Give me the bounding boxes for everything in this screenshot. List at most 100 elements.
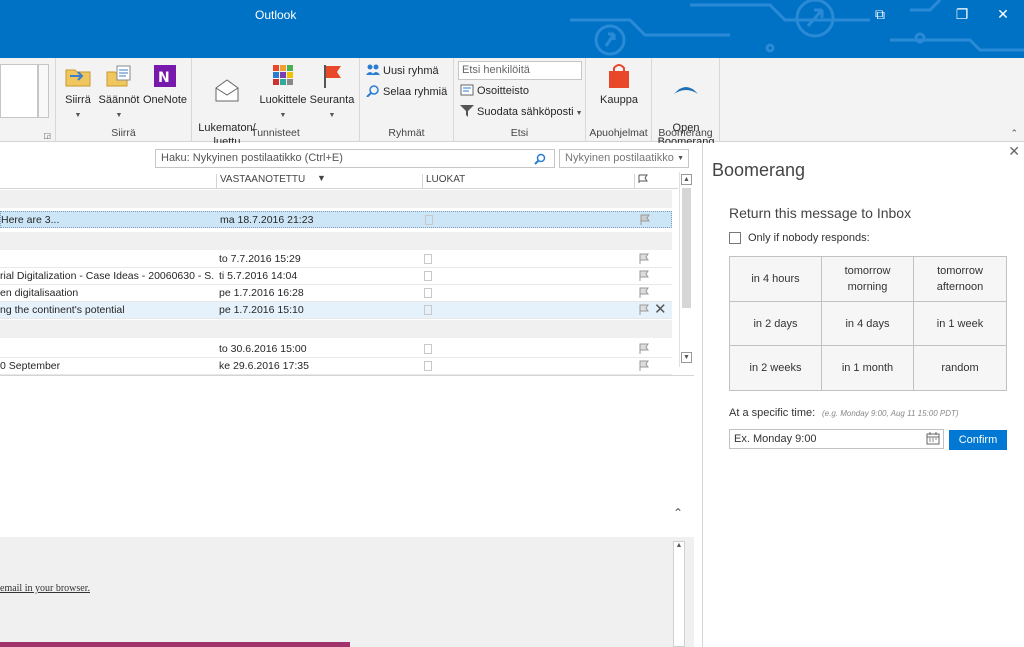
folder-move-icon	[65, 69, 91, 87]
mail-row[interactable]: en digitalisaation pe 1.7.2016 16:28	[0, 285, 672, 302]
mail-row[interactable]: Here are 3... ma 18.7.2016 21:23	[0, 211, 672, 228]
collapse-ribbon-icon[interactable]: ⌃	[1010, 128, 1018, 139]
window-title: Outlook	[255, 8, 297, 22]
gallery-scroll[interactable]	[38, 64, 49, 118]
search-people-input[interactable]: Etsi henkilöitä	[458, 61, 582, 80]
maximize-icon[interactable]: ❐	[944, 4, 980, 24]
ribbon-group-tags: Lukematon/ luettu Luokittele ▼ Seuranta ▼ …	[192, 58, 360, 148]
new-group-button[interactable]: Uusi ryhmä	[366, 64, 439, 77]
filter-email-button[interactable]: Suodata sähköposti ▼	[460, 105, 583, 118]
ribbon-group-quicksteps: ◲	[0, 58, 56, 142]
group-label-move: Siirrä	[111, 127, 136, 139]
flag-icon[interactable]	[638, 253, 650, 265]
mail-row[interactable]: ng the continent's potential pe 1.7.2016…	[0, 302, 672, 319]
browse-groups-label: Selaa ryhmiä	[383, 86, 448, 98]
flag-icon[interactable]	[638, 304, 650, 316]
group-label-tags: Tunnisteet	[251, 127, 300, 139]
chevron-down-icon: ▼	[677, 155, 684, 162]
option-tomorrow-afternoon[interactable]: tomorrow afternoon	[914, 257, 1006, 302]
category-box[interactable]	[424, 344, 432, 354]
chevron-down-icon: ▼	[115, 112, 123, 119]
option-in-1-month[interactable]: in 1 month	[822, 346, 914, 390]
mail-row[interactable]: 0 September ke 29.6.2016 17:35	[0, 358, 672, 375]
mail-list-scrollbar[interactable]: ▲ ▼	[679, 172, 693, 367]
search-scope-dropdown[interactable]: Nykyinen postilaatikko ▼	[559, 149, 689, 168]
reading-pane-header: ⌃	[0, 500, 694, 536]
flag-icon[interactable]	[639, 214, 651, 226]
calendar-icon[interactable]	[926, 432, 940, 445]
search-scope-value: Nykyinen postilaatikko	[565, 152, 674, 164]
categorize-label: Luokittele	[259, 94, 307, 106]
restore-ribbon-icon[interactable]: ⧉	[862, 4, 898, 24]
store-label: Kauppa	[600, 94, 638, 106]
sort-down-icon: ▼	[317, 173, 326, 183]
categorize-button[interactable]: Luokittele ▼	[258, 62, 308, 123]
only-if-nobody-responds-label[interactable]: Only if nobody responds:	[748, 232, 870, 244]
search-row: Haku: Nykyinen postilaatikko (Ctrl+E) Ny…	[0, 143, 702, 171]
view-in-browser-link[interactable]: email in your browser.	[0, 583, 90, 594]
column-received[interactable]: VASTAANOTETTU ▼	[216, 173, 422, 189]
address-book-button[interactable]: Osoitteisto	[460, 84, 529, 97]
category-box[interactable]	[424, 254, 432, 264]
column-flag[interactable]	[634, 174, 674, 189]
confirm-button[interactable]: Confirm	[949, 430, 1007, 450]
category-box[interactable]	[424, 288, 432, 298]
mail-date: to 30.6.2016 15:00	[219, 343, 307, 355]
search-placeholder: Haku: Nykyinen postilaatikko (Ctrl+E)	[161, 152, 343, 164]
rules-button[interactable]: Säännöt ▼	[98, 62, 140, 123]
store-button[interactable]: Kauppa	[594, 62, 644, 107]
dialog-launcher-icon[interactable]: ◲	[43, 131, 51, 140]
flag-icon[interactable]	[638, 343, 650, 355]
people-icon	[366, 64, 380, 75]
mail-row[interactable]: to 7.7.2016 15:29	[0, 251, 672, 268]
flag-icon[interactable]	[638, 360, 650, 372]
flag-header-icon	[638, 174, 648, 183]
column-categories[interactable]: LUOKAT	[422, 174, 634, 189]
scroll-thumb[interactable]	[682, 188, 691, 308]
category-box[interactable]	[424, 361, 432, 371]
move-label: Siirrä	[65, 94, 91, 106]
quicksteps-gallery[interactable]	[0, 64, 38, 118]
browse-groups-button[interactable]: Selaa ryhmiä	[366, 85, 447, 98]
group-label-addins: Apuohjelmat	[589, 127, 648, 139]
mail-subject: Here are 3...	[1, 214, 60, 226]
ribbon-group-move: Siirrä ▼ Säännöt ▼ N OneNote Siirrä	[56, 58, 192, 142]
only-if-nobody-responds-checkbox[interactable]	[729, 232, 741, 244]
scroll-down-icon[interactable]: ▼	[681, 352, 692, 363]
category-box[interactable]	[424, 271, 432, 281]
delete-icon[interactable]: ✕	[654, 302, 667, 318]
return-time-options: in 4 hours tomorrow morning tomorrow aft…	[729, 256, 1007, 391]
group-label-find: Etsi	[510, 127, 529, 139]
ribbon: ◲ Siirrä ▼ Säännöt ▼ N OneNote Siirrä Luke…	[0, 58, 1024, 148]
mail-row[interactable]: to 30.6.2016 15:00	[0, 341, 672, 358]
mail-row[interactable]: rial Digitalization - Case Ideas - 20060…	[0, 268, 672, 285]
boomerang-title: Boomerang	[712, 160, 806, 180]
flag-icon[interactable]	[638, 287, 650, 299]
boomerang-subtitle: Return this message to Inbox	[729, 205, 912, 221]
onenote-button[interactable]: N OneNote	[142, 62, 188, 107]
option-in-2-weeks[interactable]: in 2 weeks	[730, 346, 822, 390]
mailbox-search-input[interactable]: Haku: Nykyinen postilaatikko (Ctrl+E)	[155, 149, 555, 168]
close-window-icon[interactable]: ✕	[985, 4, 1021, 24]
close-panel-icon[interactable]: ✕	[1008, 143, 1020, 160]
option-random[interactable]: random	[914, 346, 1006, 390]
reading-pane-scrollbar[interactable]: ▲	[673, 541, 685, 647]
mail-date: pe 1.7.2016 16:28	[219, 287, 304, 299]
address-book-label: Osoitteisto	[477, 85, 529, 97]
chevron-down-icon: ▼	[279, 112, 287, 119]
follow-up-button[interactable]: Seuranta ▼	[308, 62, 356, 123]
flag-icon[interactable]	[638, 270, 650, 282]
scroll-up-icon[interactable]: ▲	[674, 542, 684, 549]
option-in-4-days[interactable]: in 4 days	[822, 302, 914, 346]
move-button[interactable]: Siirrä ▼	[62, 62, 94, 123]
collapse-header-icon[interactable]: ⌃	[673, 506, 683, 520]
category-box[interactable]	[424, 305, 432, 315]
option-tomorrow-morning[interactable]: tomorrow morning	[822, 257, 914, 302]
category-box[interactable]	[425, 215, 433, 225]
option-in-1-week[interactable]: in 1 week	[914, 302, 1006, 346]
scroll-up-icon[interactable]: ▲	[681, 174, 692, 185]
option-in-4-hours[interactable]: in 4 hours	[730, 257, 822, 302]
search-icon[interactable]	[534, 153, 546, 165]
option-in-2-days[interactable]: in 2 days	[730, 302, 822, 346]
specific-time-input[interactable]: Ex. Monday 9:00	[729, 429, 944, 449]
